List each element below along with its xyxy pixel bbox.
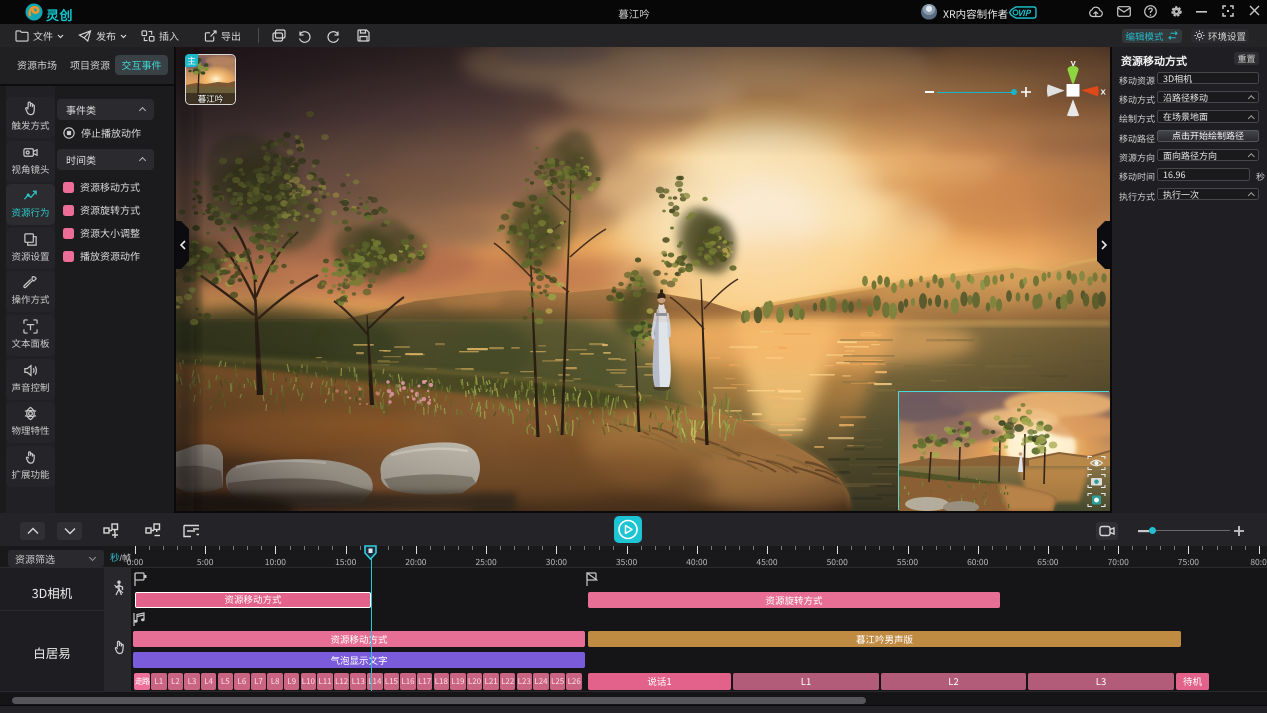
svg-text:VIP: VIP [1018,7,1032,19]
svg-text:x: x [1101,87,1107,98]
